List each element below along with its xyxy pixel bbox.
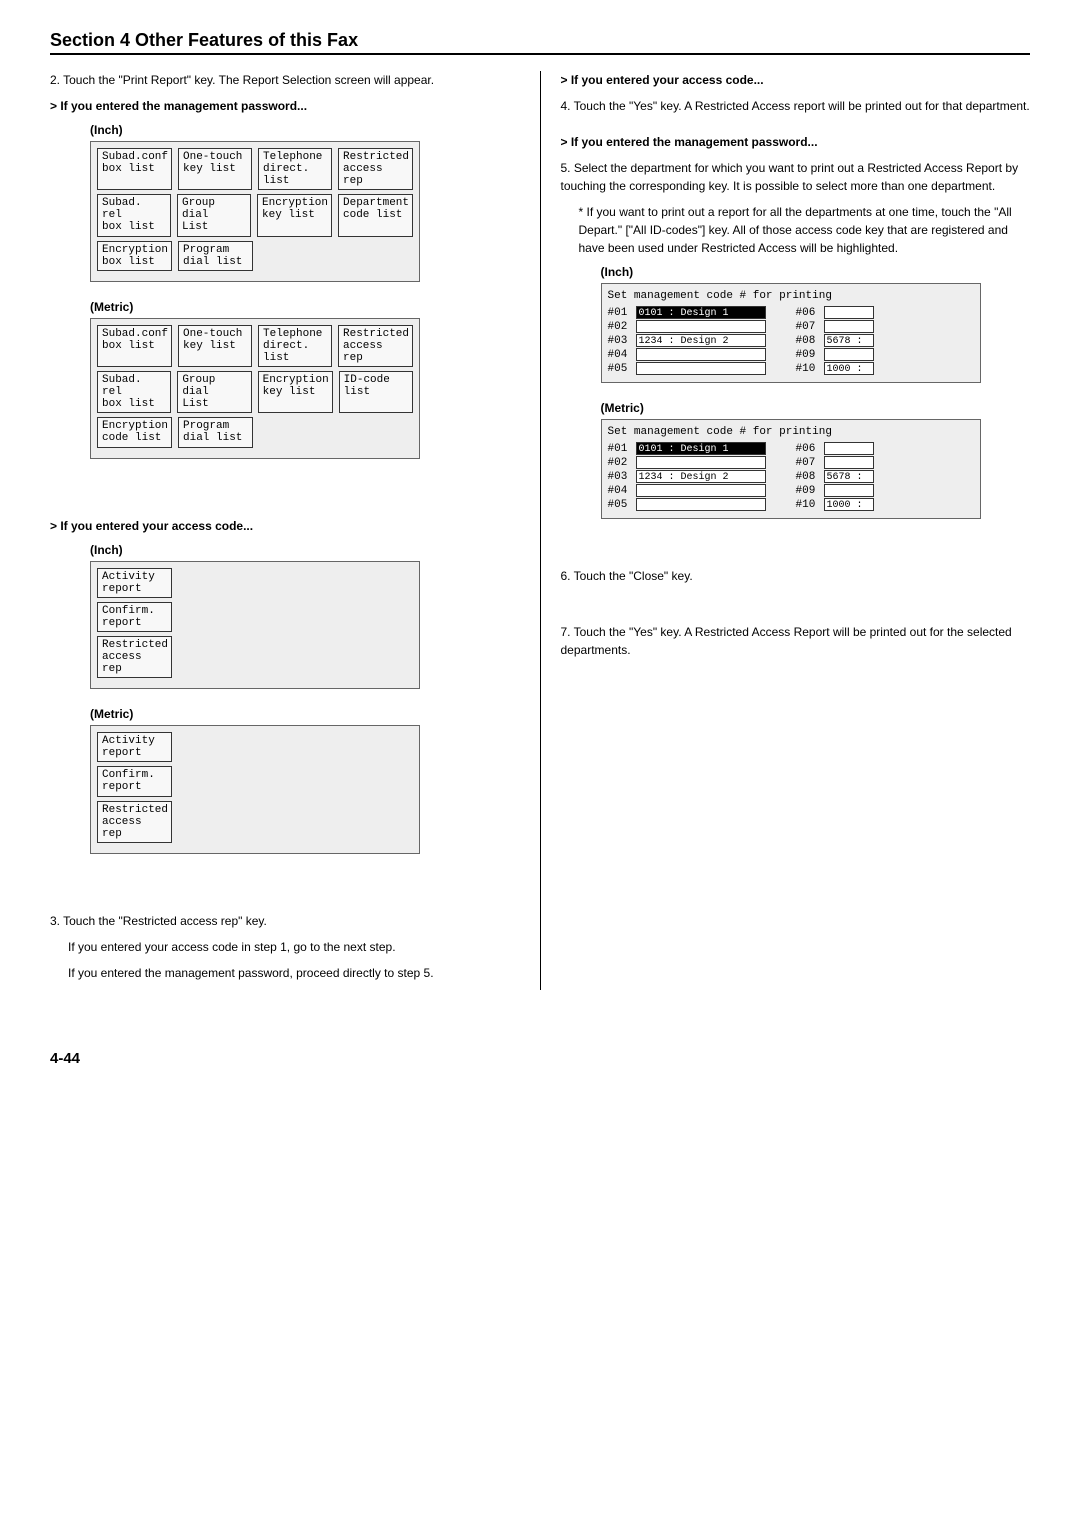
btn-one-touch-key-list[interactable]: One-touch key list [178, 325, 252, 367]
page-number: 4-44 [50, 1050, 1030, 1067]
slot-05-label: #05 [608, 363, 636, 375]
slot-03-field[interactable]: 1234 : Design 2 [636, 470, 766, 483]
step-4: 4. Touch the "Yes" key. A Restricted Acc… [561, 97, 1031, 115]
label-inch: (Inch) [90, 123, 520, 137]
slot-10-field[interactable]: 1000 : [824, 498, 874, 511]
slot-08-field[interactable]: 5678 : [824, 470, 874, 483]
slot-07-field[interactable] [824, 456, 874, 469]
step-3-line3: If you entered the management password, … [50, 964, 520, 982]
slot-04-label: #04 [608, 349, 636, 361]
slot-01-field[interactable]: 0101 : Design 1 [636, 442, 766, 455]
btn-group-dial-list[interactable]: Group dial List [177, 194, 251, 236]
slot-05-label: #05 [608, 499, 636, 511]
slot-02-label: #02 [608, 321, 636, 333]
slot-04-field[interactable] [636, 348, 766, 361]
btn-subad-conf-box-list[interactable]: Subad.conf box list [97, 148, 172, 190]
slot-10-field[interactable]: 1000 : [824, 362, 874, 375]
selection-panel-metric: Set management code # for printing #0101… [601, 419, 981, 519]
btn-activity-report[interactable]: Activity report [97, 568, 172, 598]
panel-header-metric: Set management code # for printing [608, 426, 974, 438]
slot-08-label: #08 [796, 471, 824, 483]
slot-06-label: #06 [796, 307, 824, 319]
slot-03-field[interactable]: 1234 : Design 2 [636, 334, 766, 347]
step-2: 2. Touch the "Print Report" key. The Rep… [50, 71, 520, 89]
section-title: Section 4 Other Features of this Fax [50, 30, 1030, 51]
report-selection-panel-metric: Subad.conf box list One-touch key list T… [90, 318, 420, 459]
btn-department-code-list[interactable]: Department code list [338, 194, 413, 236]
slot-10-label: #10 [796, 363, 824, 375]
left-column: 2. Touch the "Print Report" key. The Rep… [50, 71, 520, 990]
btn-activity-report[interactable]: Activity report [97, 732, 172, 762]
step-7: 7. Touch the "Yes" key. A Restricted Acc… [561, 623, 1031, 659]
heading-mgmt-password-right: > If you entered the management password… [561, 133, 1031, 151]
slot-08-field[interactable]: 5678 : [824, 334, 874, 347]
slot-01-label: #01 [608, 443, 636, 455]
slot-06-field[interactable] [824, 306, 874, 319]
slot-07-field[interactable] [824, 320, 874, 333]
label-inch-3: (Inch) [601, 265, 1031, 279]
btn-encryption-box-list[interactable]: Encryption box list [97, 241, 172, 271]
heading-mgmt-password: > If you entered the management password… [50, 97, 520, 115]
btn-one-touch-key-list[interactable]: One-touch key list [178, 148, 252, 190]
slot-01-field[interactable]: 0101 : Design 1 [636, 306, 766, 319]
btn-subad-rel-box-list[interactable]: Subad. rel box list [97, 194, 171, 236]
btn-id-code-list[interactable]: ID-code list [339, 371, 413, 413]
btn-telephone-direct-list[interactable]: Telephone direct. list [258, 148, 332, 190]
step-3-line1: 3. Touch the "Restricted access rep" key… [50, 912, 520, 930]
btn-group-dial-list[interactable]: Group dial List [177, 371, 251, 413]
label-inch-2: (Inch) [90, 543, 520, 557]
report-selection-panel-inch: Subad.conf box list One-touch key list T… [90, 141, 420, 282]
column-divider [540, 71, 541, 990]
btn-restricted-access-rep[interactable]: Restricted access rep [338, 325, 413, 367]
slot-10-label: #10 [796, 499, 824, 511]
access-panel-inch: Activity report Confirm. report Restrict… [90, 561, 420, 690]
slot-09-field[interactable] [824, 348, 874, 361]
btn-confirm-report[interactable]: Confirm. report [97, 766, 172, 796]
slot-02-field[interactable] [636, 320, 766, 333]
btn-encryption-key-list[interactable]: Encryption key list [258, 371, 333, 413]
panel-header: Set management code # for printing [608, 290, 974, 302]
heading-access-code: > If you entered your access code... [50, 517, 520, 535]
slot-03-label: #03 [608, 335, 636, 347]
slot-05-field[interactable] [636, 362, 766, 375]
btn-program-dial-list[interactable]: Program dial list [178, 241, 253, 271]
label-metric-2: (Metric) [90, 707, 520, 721]
btn-encryption-code-list[interactable]: Encryption code list [97, 417, 172, 447]
slot-07-label: #07 [796, 321, 824, 333]
slot-09-label: #09 [796, 349, 824, 361]
slot-01-label: #01 [608, 307, 636, 319]
btn-restricted-access-rep[interactable]: Restricted access rep [97, 801, 172, 843]
slot-06-label: #06 [796, 443, 824, 455]
step-5: 5. Select the department for which you w… [561, 159, 1031, 195]
btn-telephone-direct-list[interactable]: Telephone direct. list [258, 325, 332, 367]
right-column: > If you entered your access code... 4. … [561, 71, 1031, 990]
slot-04-field[interactable] [636, 484, 766, 497]
slot-02-field[interactable] [636, 456, 766, 469]
slot-04-label: #04 [608, 485, 636, 497]
label-metric: (Metric) [90, 300, 520, 314]
step-5-note: * If you want to print out a report for … [561, 203, 1031, 257]
heading-access-code-right: > If you entered your access code... [561, 71, 1031, 89]
slot-03-label: #03 [608, 471, 636, 483]
access-panel-metric: Activity report Confirm. report Restrict… [90, 725, 420, 854]
step-6: 6. Touch the "Close" key. [561, 567, 1031, 585]
slot-07-label: #07 [796, 457, 824, 469]
slot-05-field[interactable] [636, 498, 766, 511]
btn-subad-rel-box-list[interactable]: Subad. rel box list [97, 371, 171, 413]
btn-restricted-access-rep[interactable]: Restricted access rep [97, 636, 172, 678]
btn-subad-conf-box-list[interactable]: Subad.conf box list [97, 325, 172, 367]
slot-08-label: #08 [796, 335, 824, 347]
step-3-line2: If you entered your access code in step … [50, 938, 520, 956]
selection-panel-inch: Set management code # for printing #0101… [601, 283, 981, 383]
btn-encryption-key-list[interactable]: Encryption key list [257, 194, 332, 236]
slot-06-field[interactable] [824, 442, 874, 455]
section-header: Section 4 Other Features of this Fax [50, 30, 1030, 55]
btn-program-dial-list[interactable]: Program dial list [178, 417, 253, 447]
label-metric-3: (Metric) [601, 401, 1031, 415]
btn-restricted-access-rep[interactable]: Restricted access rep [338, 148, 413, 190]
btn-confirm-report[interactable]: Confirm. report [97, 602, 172, 632]
slot-02-label: #02 [608, 457, 636, 469]
slot-09-label: #09 [796, 485, 824, 497]
slot-09-field[interactable] [824, 484, 874, 497]
